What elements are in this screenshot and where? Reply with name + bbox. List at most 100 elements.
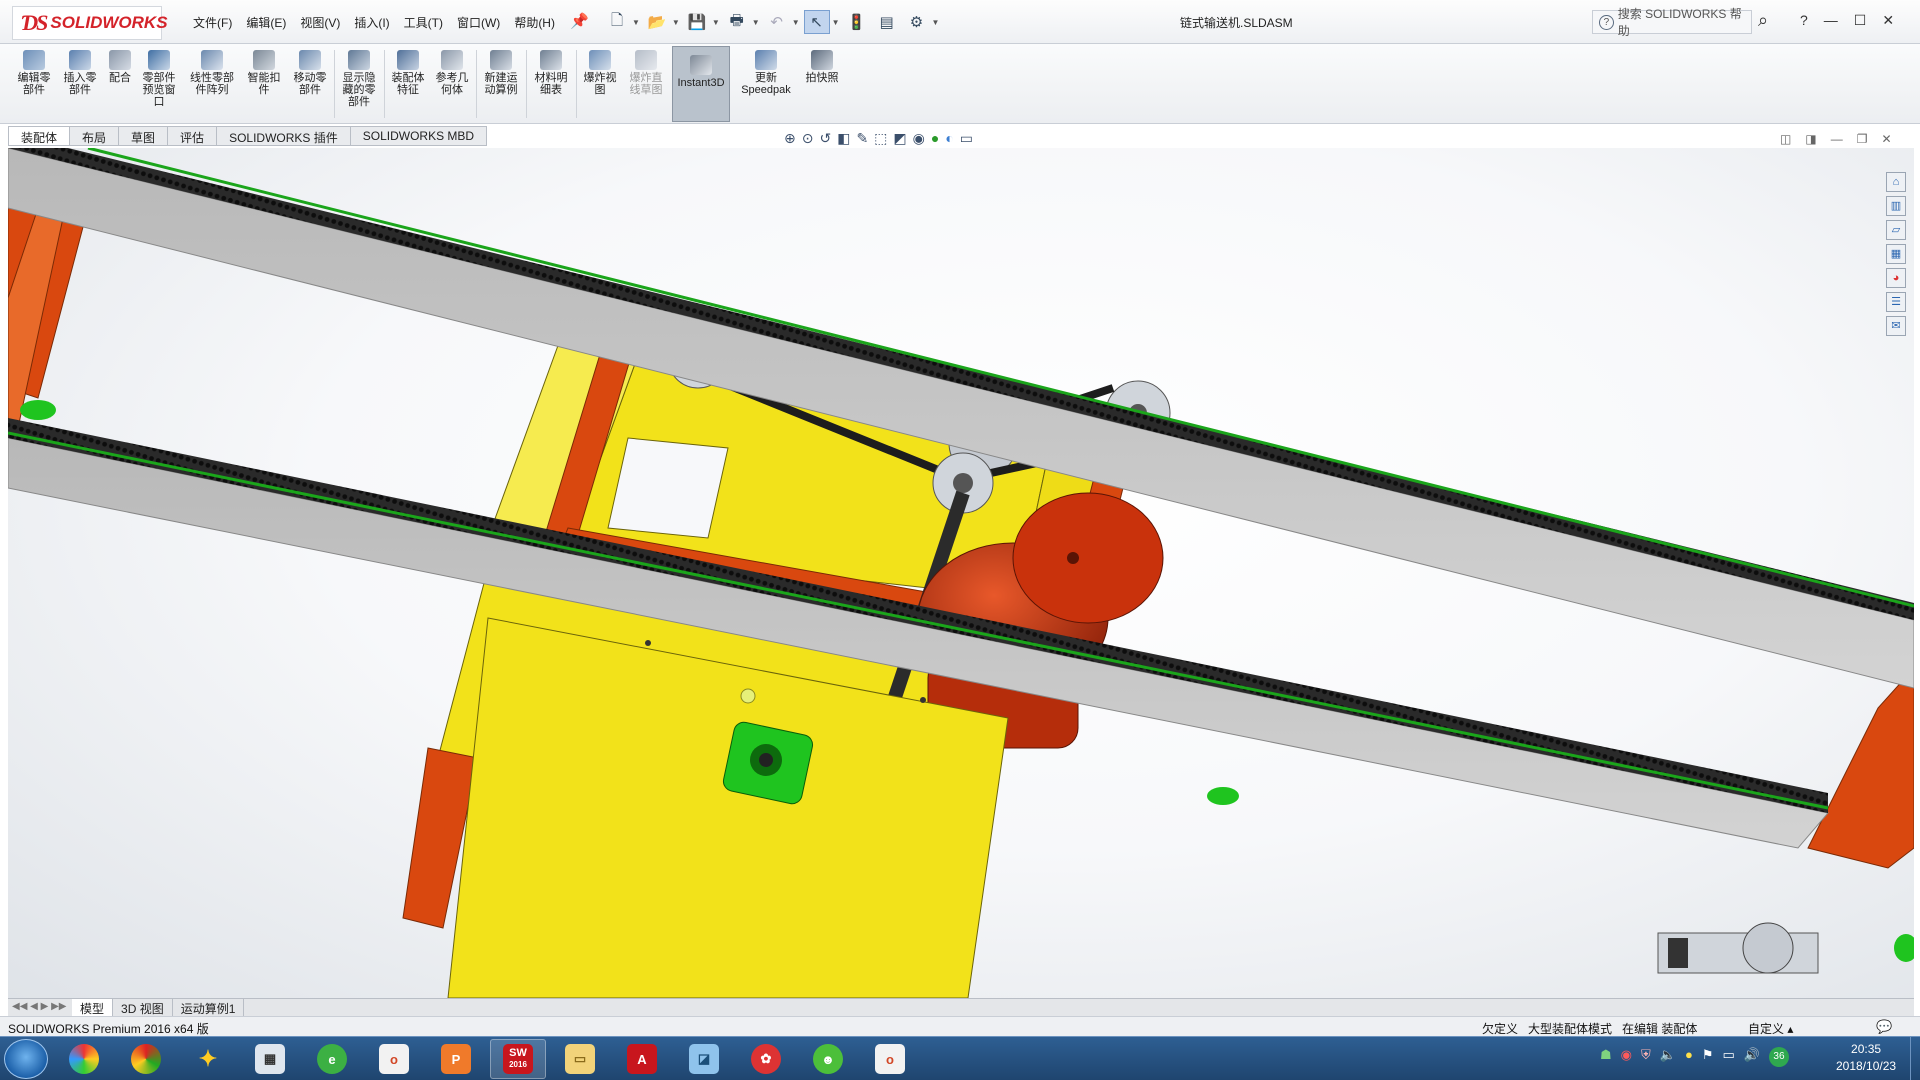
- tray-shield-icon[interactable]: ⛨: [1641, 1047, 1651, 1067]
- tab-layout[interactable]: 布局: [70, 126, 120, 146]
- tab-model[interactable]: 模型: [72, 999, 114, 1016]
- reference-geometry-button[interactable]: 参考几何体: [432, 50, 472, 96]
- view-settings-icon[interactable]: ▭: [960, 130, 973, 147]
- taskbar-clock[interactable]: 20:35 2018/10/23: [1836, 1041, 1896, 1075]
- zoom-to-fit-icon[interactable]: ⊕: [784, 130, 796, 147]
- solidworks-logo[interactable]: ƊS SOLIDWORKS: [12, 6, 168, 40]
- previous-view-icon[interactable]: ↺: [819, 130, 831, 147]
- frame-leg-right[interactable]: [1807, 667, 1914, 869]
- tray-volume-icon[interactable]: 🔊: [1744, 1047, 1760, 1067]
- options-gear-icon[interactable]: ⚙: [904, 10, 930, 34]
- print-dropdown-icon[interactable]: ▼: [752, 18, 760, 27]
- taskbar-explorer[interactable]: ▭: [552, 1039, 608, 1079]
- tab-sketch[interactable]: 草图: [119, 126, 169, 146]
- taskbar-robot-app[interactable]: ☻: [800, 1039, 856, 1079]
- open-folder-icon[interactable]: 📂: [644, 10, 670, 34]
- taskbar-tool[interactable]: ✦: [180, 1039, 236, 1079]
- menu-file[interactable]: 文件(F): [186, 14, 239, 31]
- message-bubble-icon[interactable]: 💬: [1876, 1019, 1892, 1035]
- apply-scene-icon[interactable]: ◐: [945, 130, 953, 147]
- design-library-icon[interactable]: ▥: [1886, 196, 1906, 216]
- menu-edit[interactable]: 编辑(E): [239, 14, 293, 31]
- tray-record-icon[interactable]: ◉: [1621, 1047, 1632, 1067]
- maximize-icon[interactable]: ☐: [1854, 12, 1867, 29]
- tray-display-icon[interactable]: ▭: [1722, 1047, 1734, 1067]
- help-menu-icon[interactable]: ?: [1800, 12, 1808, 29]
- tab-scroll-arrows-icon[interactable]: ◀◀ ◀ ▶ ▶▶: [8, 999, 72, 1016]
- tray-badge[interactable]: 36: [1768, 1047, 1789, 1067]
- taskbar-solidworks[interactable]: SW 2016: [490, 1039, 546, 1079]
- doc-restore-icon[interactable]: ❐: [1857, 132, 1868, 146]
- pin-menu-icon[interactable]: 📌: [570, 12, 589, 30]
- doc-close-icon[interactable]: ✕: [1881, 132, 1891, 146]
- taskbar-ie[interactable]: e: [304, 1039, 360, 1079]
- linear-pattern-button[interactable]: 线性零部件阵列: [186, 50, 238, 96]
- close-icon[interactable]: ✕: [1882, 12, 1894, 29]
- save-dropdown-icon[interactable]: ▼: [712, 18, 720, 27]
- select-dropdown-icon[interactable]: ▼: [832, 18, 840, 27]
- menu-help[interactable]: 帮助(H): [507, 14, 562, 31]
- menu-tools[interactable]: 工具(T): [397, 14, 450, 31]
- forum-icon[interactable]: ✉: [1886, 316, 1906, 336]
- move-component-button[interactable]: 移动零部件: [290, 50, 330, 96]
- tab-3d-views[interactable]: 3D 视图: [113, 999, 173, 1016]
- taskbar-bug-app[interactable]: ✿: [738, 1039, 794, 1079]
- open-dropdown-icon[interactable]: ▼: [672, 18, 680, 27]
- units-selector[interactable]: 自定义 ▴: [1748, 1020, 1793, 1037]
- tray-app-icon[interactable]: ●: [1685, 1047, 1693, 1067]
- split-view-icon[interactable]: ◫: [1780, 132, 1791, 146]
- minimize-icon[interactable]: —: [1824, 12, 1838, 29]
- graphics-area[interactable]: [8, 148, 1914, 998]
- file-explorer-icon[interactable]: ▱: [1886, 220, 1906, 240]
- menu-window[interactable]: 窗口(W): [450, 14, 507, 31]
- tile-view-icon[interactable]: ◨: [1805, 132, 1816, 146]
- new-document-icon[interactable]: 🗋: [604, 10, 630, 34]
- assembly-features-button[interactable]: 装配体特征: [388, 50, 428, 96]
- mate-button[interactable]: 配合: [104, 50, 136, 84]
- options-dropdown-icon[interactable]: ▼: [932, 18, 940, 27]
- view-palette-icon[interactable]: ▦: [1886, 244, 1906, 264]
- new-motion-study-button[interactable]: 新建运动算例: [480, 50, 522, 96]
- tray-network-icon[interactable]: ☗: [1600, 1047, 1612, 1067]
- tray-flag-icon[interactable]: ⚑: [1702, 1047, 1714, 1067]
- rebuild-traffic-light-icon[interactable]: 🚦: [844, 10, 870, 34]
- bom-button[interactable]: 材料明细表: [530, 50, 572, 96]
- help-search-box[interactable]: ? 搜索 SOLIDWORKS 帮助: [1592, 7, 1752, 38]
- tab-evaluate[interactable]: 评估: [168, 126, 218, 146]
- save-icon[interactable]: 💾: [684, 10, 710, 34]
- edit-appearance-icon[interactable]: ●: [931, 130, 939, 147]
- taskbar-viewer[interactable]: ◪: [676, 1039, 732, 1079]
- menu-insert[interactable]: 插入(I): [347, 14, 396, 31]
- chain-tensioner[interactable]: [1657, 922, 1819, 974]
- section-view-icon[interactable]: ◧: [837, 130, 850, 147]
- edit-component-button[interactable]: 编辑零部件: [14, 50, 54, 96]
- update-speedpak-button[interactable]: 更新Speedpak: [736, 50, 796, 96]
- doc-minimize-icon[interactable]: —: [1831, 132, 1843, 146]
- menu-view[interactable]: 视图(V): [293, 14, 347, 31]
- select-pointer-icon[interactable]: ↖: [803, 10, 830, 34]
- dynamic-annotation-icon[interactable]: ✎: [856, 130, 868, 147]
- start-button[interactable]: [4, 1039, 48, 1079]
- custom-properties-icon[interactable]: ☰: [1886, 292, 1906, 312]
- exploded-view-button[interactable]: 爆炸视图: [580, 50, 620, 96]
- undo-icon[interactable]: ↶: [764, 10, 790, 34]
- show-hidden-button[interactable]: 显示隐藏的零部件: [338, 50, 380, 108]
- tab-motion-study[interactable]: 运动算例1: [173, 999, 245, 1016]
- search-icon[interactable]: ⌕: [1758, 10, 1768, 31]
- taskbar-office[interactable]: o: [366, 1039, 422, 1079]
- taskbar-recorder[interactable]: o: [862, 1039, 918, 1079]
- instant3d-button[interactable]: Instant3D: [672, 46, 730, 122]
- tab-addins[interactable]: SOLIDWORKS 插件: [217, 126, 351, 146]
- tab-mbd[interactable]: SOLIDWORKS MBD: [350, 126, 488, 146]
- tray-speaker-icon[interactable]: 🔈: [1660, 1047, 1676, 1067]
- component-preview-button[interactable]: 零部件预览窗口: [138, 50, 180, 108]
- zoom-to-area-icon[interactable]: ⊙: [802, 130, 814, 147]
- taskbar-pdf[interactable]: A: [614, 1039, 670, 1079]
- show-desktop-button[interactable]: [1910, 1037, 1920, 1080]
- smart-fasteners-button[interactable]: 智能扣件: [244, 50, 284, 96]
- appearances-icon[interactable]: ◕: [1886, 268, 1906, 288]
- taskbar-calculator[interactable]: ▦: [242, 1039, 298, 1079]
- assembly-model-view[interactable]: [8, 148, 1914, 998]
- taskbar-browser[interactable]: [118, 1039, 174, 1079]
- new-dropdown-icon[interactable]: ▼: [632, 18, 640, 27]
